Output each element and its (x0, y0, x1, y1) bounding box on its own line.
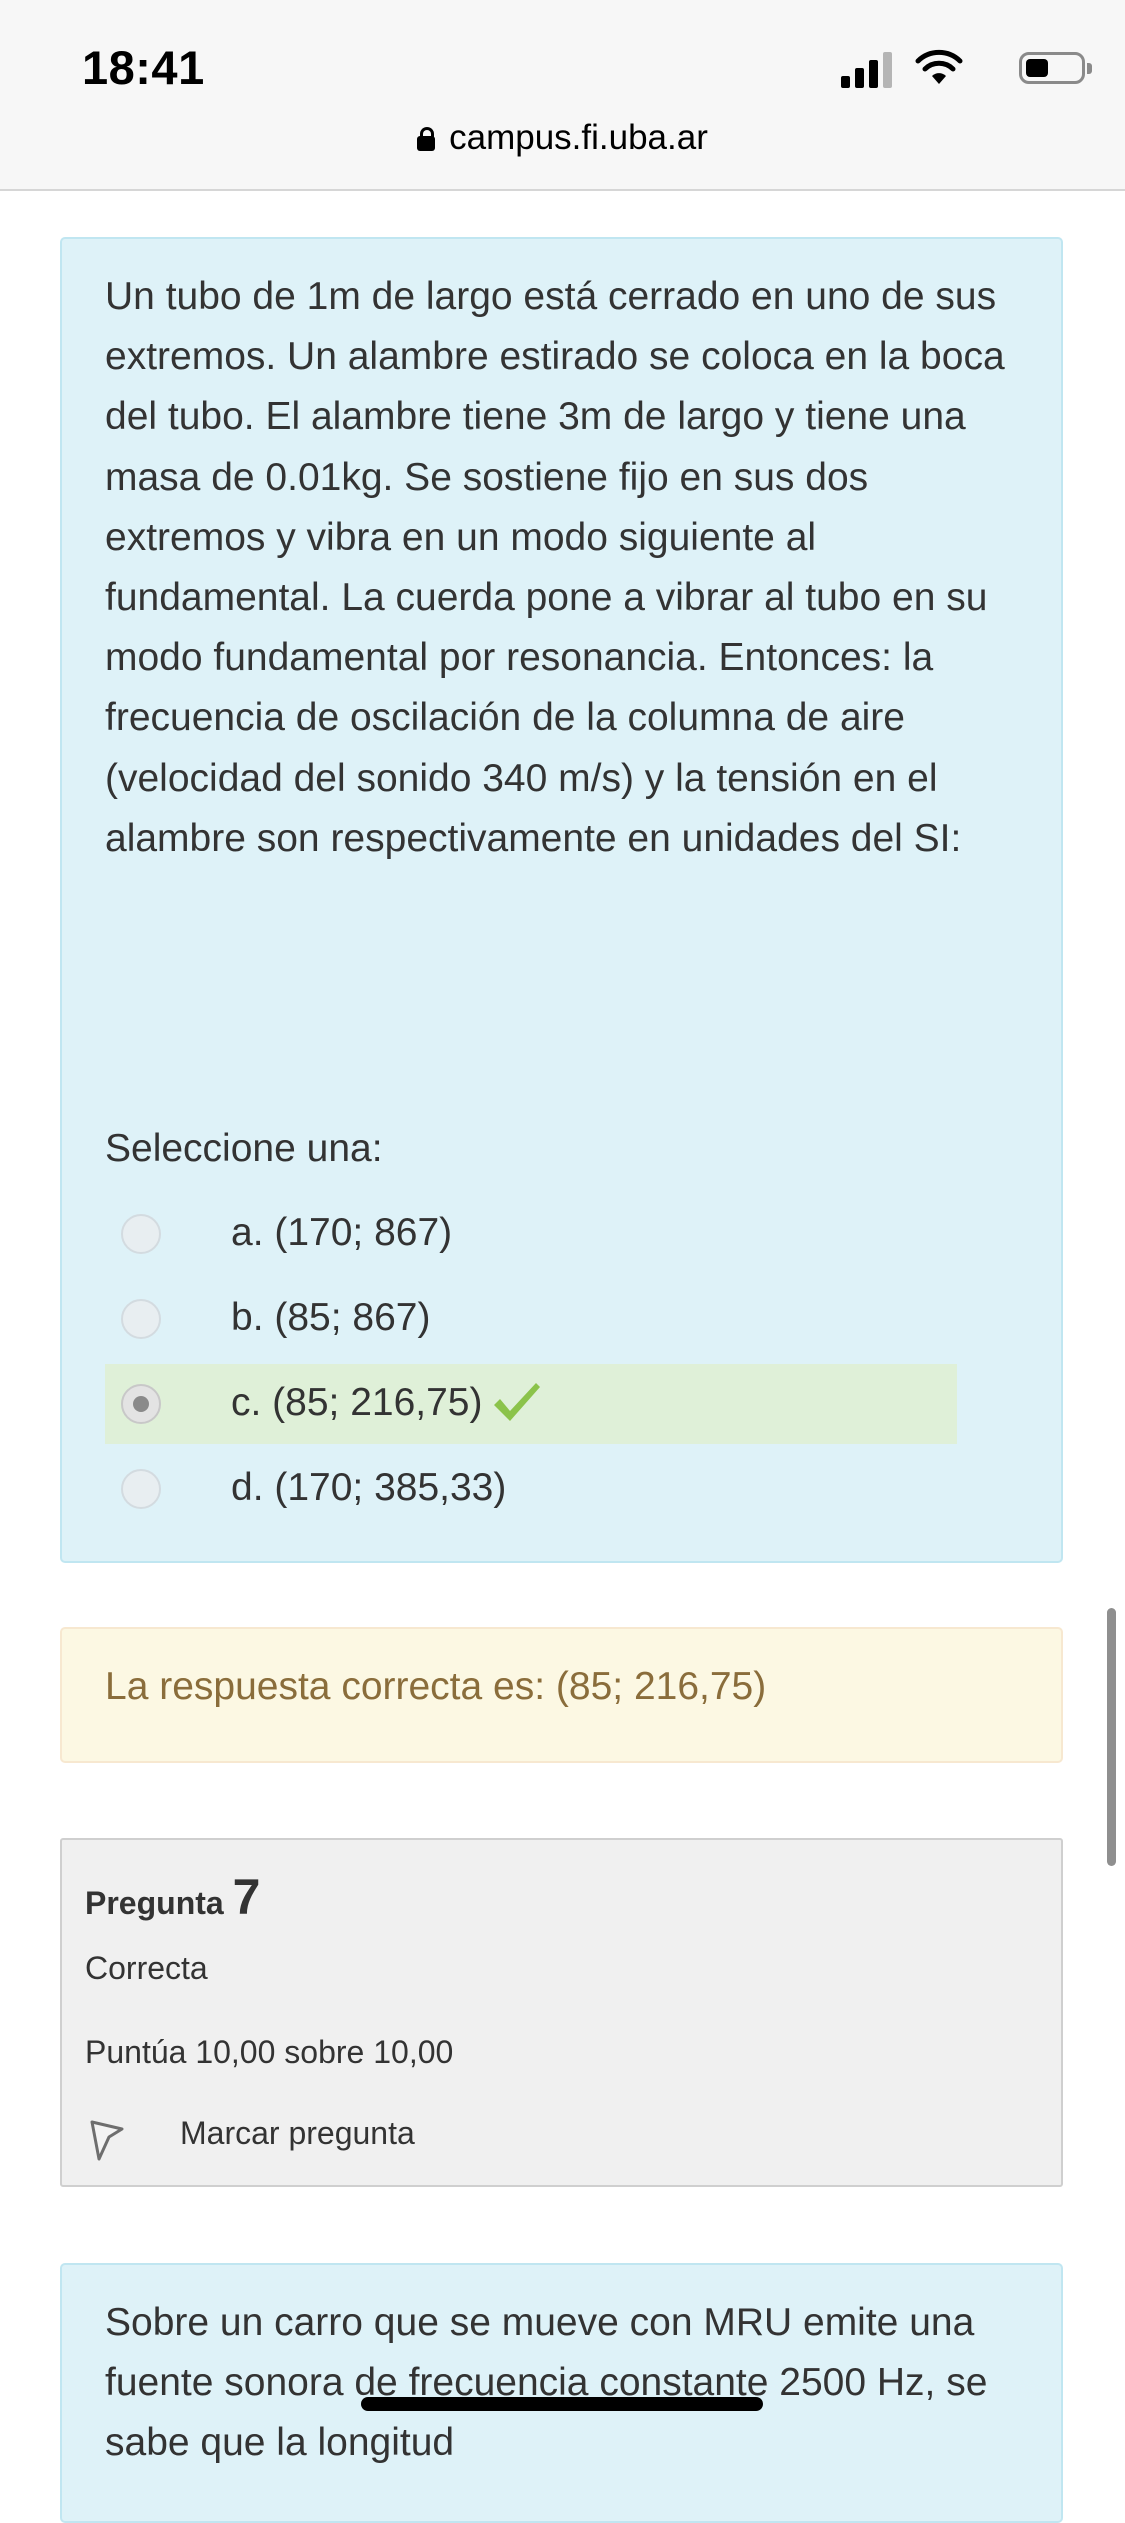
answer-option-a[interactable]: a. (170; 867) (105, 1194, 957, 1274)
select-prompt: Seleccione una: (105, 1127, 383, 1170)
option-label-wrap: c. (85; 216,75) (231, 1381, 542, 1425)
question-card: Un tubo de 1m de largo está cerrado en u… (60, 237, 1063, 1563)
address-bar[interactable]: campus.fi.uba.ar (0, 118, 1125, 158)
lock-icon (417, 127, 436, 151)
browser-top-bar: 18:41 campus.fi.uba.ar (0, 0, 1125, 191)
answer-option-d[interactable]: d. (170; 385,33) (105, 1449, 957, 1529)
checkmark-icon (494, 1383, 541, 1421)
radio-d[interactable] (121, 1469, 161, 1509)
feedback-text: La respuesta correcta es: (85; 216,75) (105, 1665, 767, 1708)
radio-a[interactable] (121, 1214, 161, 1254)
answer-option-b[interactable]: b. (85; 867) (105, 1279, 957, 1359)
answer-option-c[interactable]: c. (85; 216,75) (105, 1364, 957, 1444)
question-info-box: Pregunta 7 Correcta Puntúa 10,00 sobre 1… (60, 1838, 1063, 2187)
radio-b[interactable] (121, 1299, 161, 1339)
next-question-card: Sobre un carro que se mueve con MRU emit… (60, 2263, 1063, 2523)
option-label: a. (170; 867) (231, 1211, 453, 1254)
wifi-icon (915, 49, 963, 84)
battery-icon (1019, 52, 1092, 84)
flag-icon (90, 2120, 124, 2161)
question-title-prefix: Pregunta (85, 1885, 224, 1921)
question-number: 7 (232, 1869, 261, 1925)
url-text: campus.fi.uba.ar (449, 118, 708, 157)
question-state: Correcta (85, 1950, 208, 1986)
option-label: d. (170; 385,33) (231, 1466, 507, 1509)
question-grade: Puntúa 10,00 sobre 10,00 (85, 2034, 454, 2070)
correct-answer-feedback: La respuesta correcta es: (85; 216,75) (60, 1627, 1063, 1763)
radio-c[interactable] (121, 1384, 161, 1424)
signal-icon (841, 52, 893, 88)
status-time: 18:41 (82, 41, 205, 94)
home-indicator[interactable] (361, 2397, 763, 2411)
scrollbar[interactable] (1107, 1608, 1116, 1866)
status-icons (825, 48, 1092, 90)
question-number-heading: Pregunta 7 (85, 1868, 260, 1926)
option-label: b. (85; 867) (231, 1296, 431, 1339)
question-text: Un tubo de 1m de largo está cerrado en u… (105, 275, 1005, 860)
flag-question-label: Marcar pregunta (180, 2115, 415, 2151)
next-question-text: Sobre un carro que se mueve con MRU emit… (105, 2301, 988, 2465)
option-label: c. (85; 216,75) (231, 1381, 483, 1424)
